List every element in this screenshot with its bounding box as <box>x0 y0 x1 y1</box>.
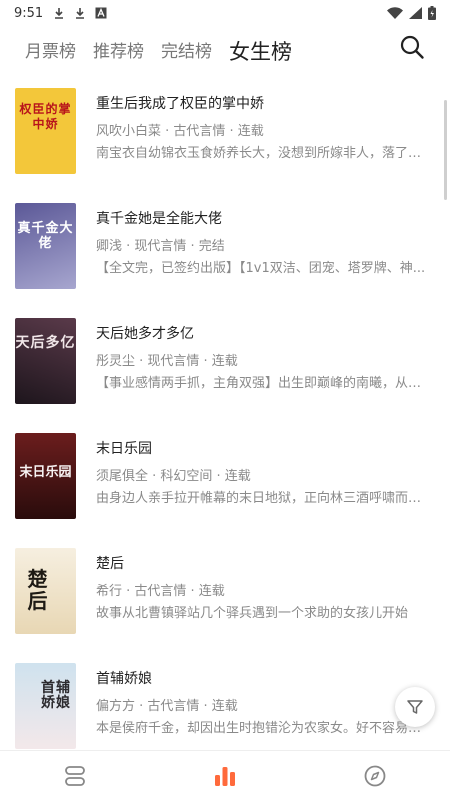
status-bar: 9:51 <box>0 0 450 26</box>
cover-title: 真千金大佬 <box>17 221 74 251</box>
scrollbar[interactable] <box>444 100 447 200</box>
book-desc: 本是侯府千金，却因出生时抱错沦为农家女。好不容易长... <box>96 721 432 736</box>
book-desc: 故事从北曹镇驿站几个驿兵遇到一个求助的女孩儿开始 <box>96 606 409 621</box>
book-desc: 【事业感情两手抓，主角双强】出生即巅峰的南曦，从小... <box>96 376 432 391</box>
rank-tabs: 月票榜 推荐榜 完结榜 女生榜 <box>0 30 450 68</box>
nav-rank[interactable] <box>150 751 300 800</box>
cover-title: 首辅娇娘 <box>41 680 71 711</box>
book-title: 天后她多才多亿 <box>96 326 194 342</box>
book-meta: 偏方方 · 古代言情 · 连载 <box>96 699 238 714</box>
wifi-icon <box>387 7 403 19</box>
signal-icon <box>409 7 422 19</box>
tab-recommended[interactable]: 推荐榜 <box>93 38 144 68</box>
cover-title: 楚后 <box>27 567 49 613</box>
cover-title: 末日乐园 <box>19 465 72 480</box>
tab-female[interactable]: 女生榜 <box>229 38 292 68</box>
download-icon <box>55 8 64 19</box>
book-cover: 末日乐园 <box>15 433 76 519</box>
battery-icon <box>428 6 436 20</box>
filter-icon <box>407 700 423 714</box>
book-title: 真千金她是全能大佬 <box>96 211 222 227</box>
compass-icon <box>364 765 386 786</box>
filter-button[interactable] <box>395 687 435 727</box>
book-item[interactable]: 楚后 楚后 希行 · 古代言情 · 连载 故事从北曹镇驿站几个驿兵遇到一个求助的… <box>0 528 440 636</box>
bottom-nav <box>0 750 450 800</box>
download-icon <box>76 8 85 19</box>
search-icon[interactable] <box>399 34 425 60</box>
nav-discover[interactable] <box>300 751 450 800</box>
book-title: 末日乐园 <box>96 441 152 457</box>
tab-completed[interactable]: 完结榜 <box>161 38 212 68</box>
book-cover: 首辅娇娘 <box>15 663 76 749</box>
rank-icon <box>215 766 235 786</box>
book-item[interactable]: 真千金大佬 真千金她是全能大佬 卿浅 · 现代言情 · 完结 【全文完，已签约出… <box>0 183 440 291</box>
book-meta: 风吹小白菜 · 古代言情 · 连载 <box>96 124 264 139</box>
book-meta: 彤灵尘 · 现代言情 · 连载 <box>96 354 238 369</box>
book-title: 楚后 <box>96 556 124 572</box>
book-list: 权臣的掌中娇 重生后我成了权臣的掌中娇 风吹小白菜 · 古代言情 · 连载 南宝… <box>0 68 450 750</box>
book-meta: 卿浅 · 现代言情 · 完结 <box>96 239 225 254</box>
book-desc: 由身边人亲手拉开帷幕的末日地狱，正向林三酒呼啸而来。 <box>96 491 432 506</box>
book-desc: 【全文完，已签约出版】【1v1双洁、团宠、塔罗牌、神... <box>96 261 426 276</box>
book-title: 首辅娇娘 <box>96 671 152 687</box>
cover-title: 天后多亿 <box>15 335 76 351</box>
book-cover: 真千金大佬 <box>15 203 76 289</box>
book-desc: 南宝衣自幼锦衣玉食娇养长大，没想到所嫁非人，落了个... <box>96 146 432 161</box>
book-item[interactable]: 首辅娇娘 首辅娇娘 偏方方 · 古代言情 · 连载 本是侯府千金，却因出生时抱错… <box>0 643 440 750</box>
book-cover: 天后多亿 <box>15 318 76 404</box>
a-box-icon <box>95 7 107 19</box>
status-time: 9:51 <box>14 5 44 21</box>
book-item[interactable]: 天后多亿 天后她多才多亿 彤灵尘 · 现代言情 · 连载 【事业感情两手抓，主角… <box>0 298 440 406</box>
book-meta: 须尾俱全 · 科幻空间 · 连载 <box>96 469 251 484</box>
nav-bookshelf[interactable] <box>0 751 150 800</box>
book-item[interactable]: 末日乐园 末日乐园 须尾俱全 · 科幻空间 · 连载 由身边人亲手拉开帷幕的末日… <box>0 413 440 521</box>
tab-monthly-ticket[interactable]: 月票榜 <box>25 38 76 68</box>
book-title: 重生后我成了权臣的掌中娇 <box>96 96 264 112</box>
book-cover: 权臣的掌中娇 <box>15 88 76 174</box>
book-item[interactable]: 权臣的掌中娇 重生后我成了权臣的掌中娇 风吹小白菜 · 古代言情 · 连载 南宝… <box>0 68 440 176</box>
book-meta: 希行 · 古代言情 · 连载 <box>96 584 225 599</box>
cover-title: 权臣的掌中娇 <box>19 102 72 131</box>
book-cover: 楚后 <box>15 548 76 634</box>
bookshelf-icon <box>65 765 85 786</box>
